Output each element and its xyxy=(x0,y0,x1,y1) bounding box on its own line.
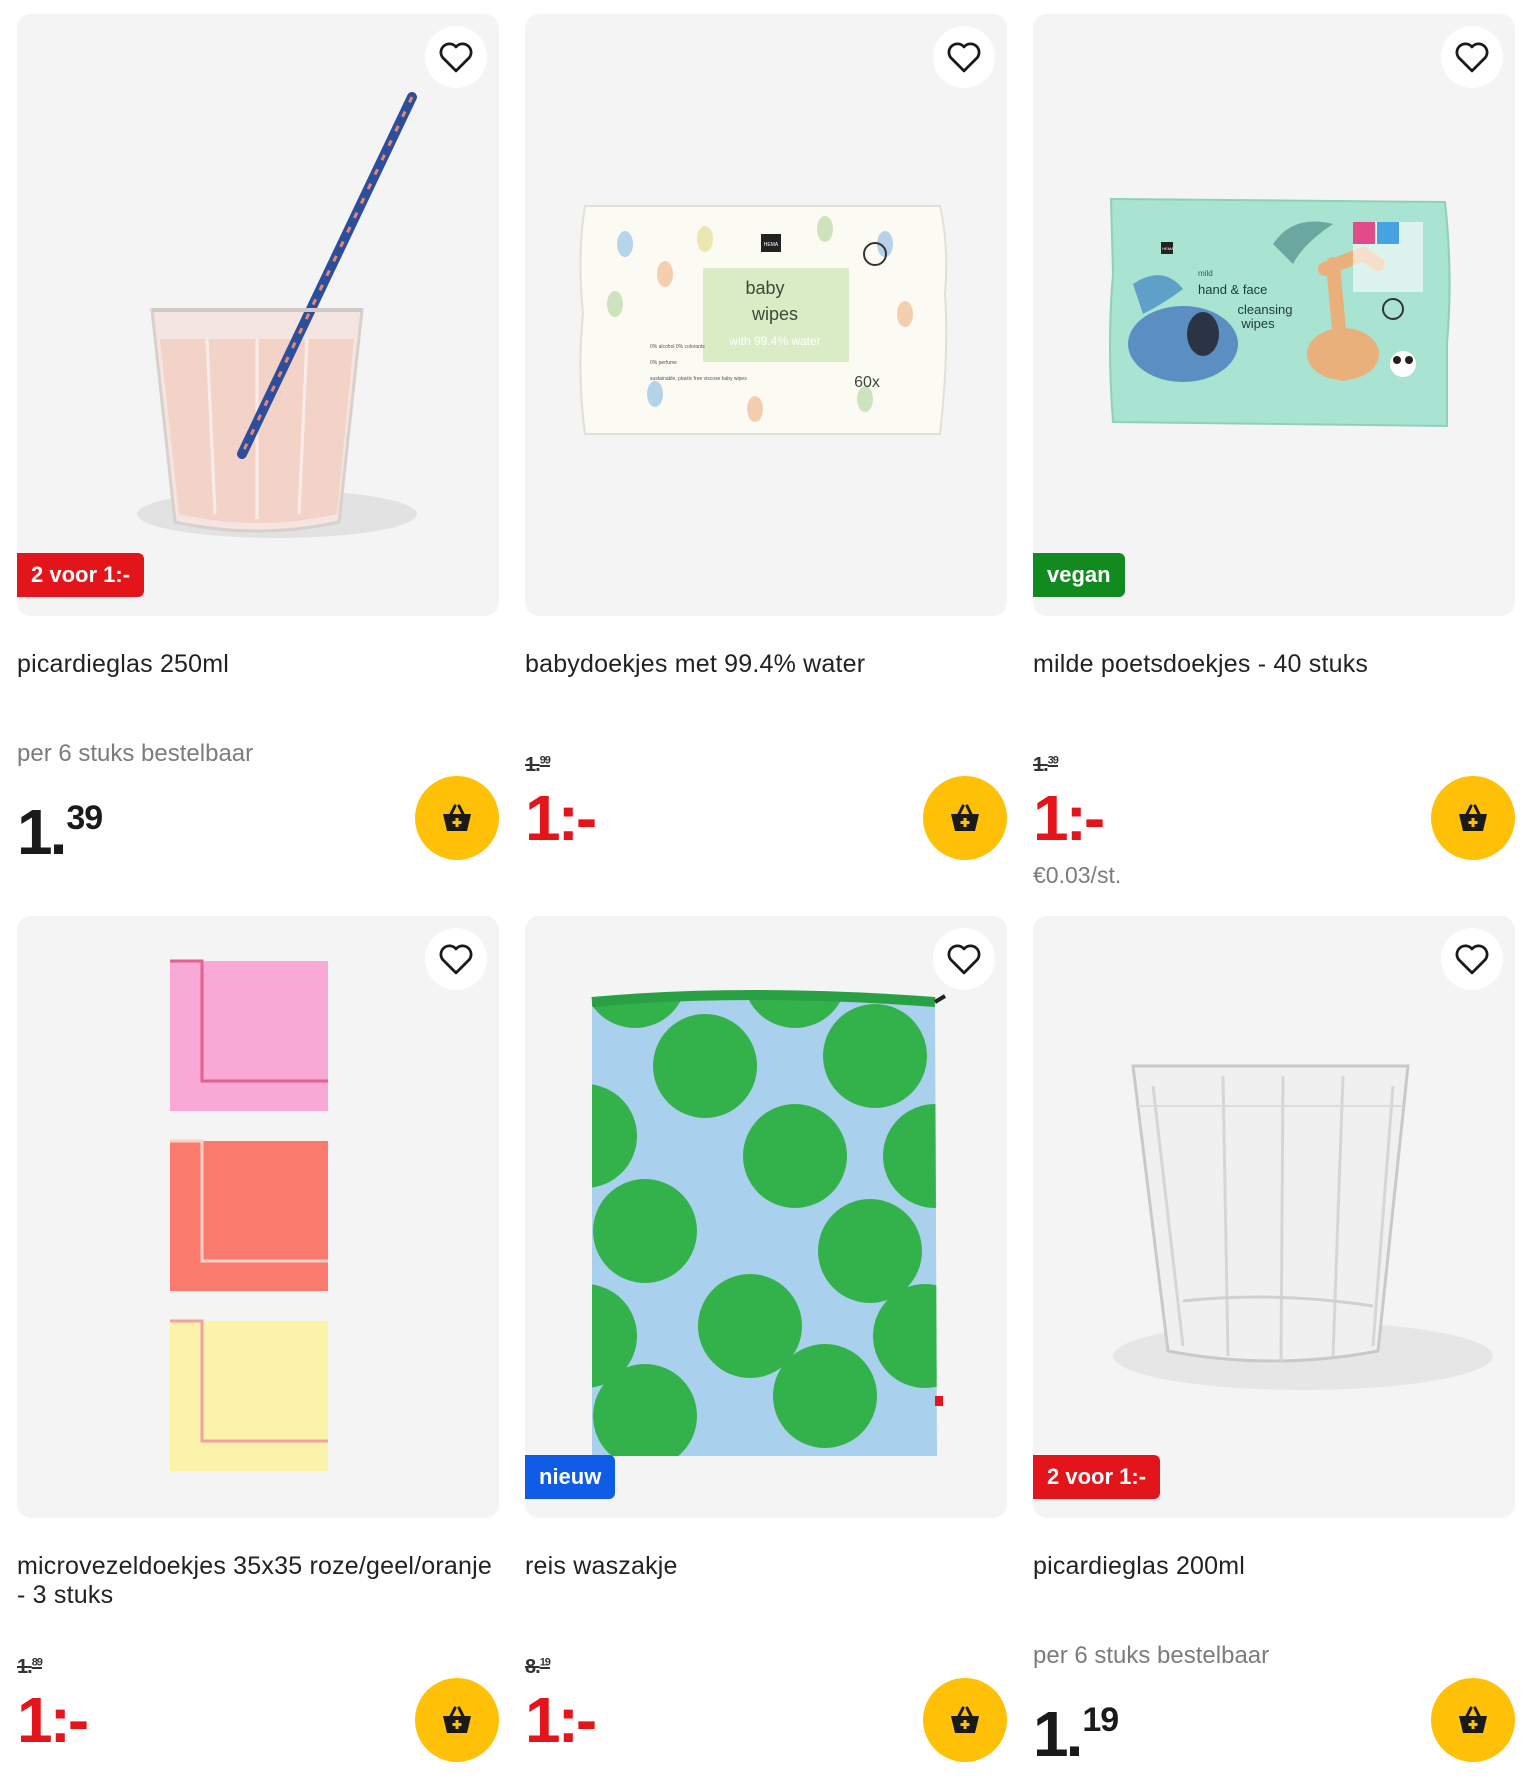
pack-line-0: mild xyxy=(1198,269,1213,278)
original-price-cents: 99 xyxy=(539,754,551,767)
dotted-laundry-bag-image xyxy=(591,990,947,1456)
glass-with-straw-image xyxy=(137,92,417,538)
product-title[interactable]: picardieglas 200ml xyxy=(1033,1552,1515,1581)
heart-icon xyxy=(1455,944,1489,975)
baby-wipes-package-image: HEMA baby wipes with 99.4% water 60x 0% … xyxy=(579,205,948,435)
product-image-tile[interactable]: HEMA mild hand & face cleansing wipes ve… xyxy=(1033,14,1515,616)
product-image-tile[interactable]: HEMA baby wipes with 99.4% water 60x 0% … xyxy=(525,14,1007,616)
empty-glass-image xyxy=(1113,1064,1493,1390)
add-to-cart-button[interactable] xyxy=(415,776,499,860)
unit-price: €0.03/st. xyxy=(1033,862,1122,888)
favorite-button[interactable] xyxy=(425,928,487,990)
original-price-cents: 39 xyxy=(1047,754,1059,767)
basket-plus-icon xyxy=(1459,804,1487,831)
pack-feature: 0% perfume xyxy=(650,360,677,366)
pack-line-1: baby xyxy=(745,278,784,298)
original-price-cents: 89 xyxy=(31,1656,43,1669)
favorite-button[interactable] xyxy=(1441,26,1503,88)
product-grid: 2 voor 1:- picardieglas 250ml per 6 stuk… xyxy=(0,0,1533,1784)
product-price: 1.39 xyxy=(17,796,103,868)
new-badge: nieuw xyxy=(525,1455,616,1499)
basket-plus-icon xyxy=(443,1706,471,1733)
pack-line-3: wipes xyxy=(1240,316,1275,331)
original-price: 1.99 xyxy=(525,754,551,776)
product-image-tile[interactable] xyxy=(17,916,499,1518)
heart-icon xyxy=(439,42,473,73)
product-title[interactable]: babydoekjes met 99.4% water xyxy=(525,650,1007,679)
add-to-cart-button[interactable] xyxy=(1431,776,1515,860)
heart-icon xyxy=(947,42,981,73)
price-cents: 39 xyxy=(66,799,103,837)
favorite-button[interactable] xyxy=(933,26,995,88)
product-title[interactable]: milde poetsdoekjes - 40 stuks xyxy=(1033,650,1515,679)
heart-icon xyxy=(1455,42,1489,73)
add-to-cart-button[interactable] xyxy=(923,1678,1007,1762)
original-price: 8.19 xyxy=(525,1656,551,1678)
original-price: 1.39 xyxy=(1033,754,1059,776)
pack-line-2: wipes xyxy=(751,304,798,324)
promo-badge: 2 voor 1:- xyxy=(17,553,145,597)
product-card[interactable]: microvezeldoekjes 35x35 roze/geel/oranje… xyxy=(17,916,499,1762)
pack-count: 60x xyxy=(854,374,880,391)
product-image-tile[interactable]: nieuw xyxy=(525,916,1007,1518)
favorite-button[interactable] xyxy=(1441,928,1503,990)
pack-feature: sustainable, plastic free viscose baby w… xyxy=(650,376,747,382)
product-price: 1.19 xyxy=(1033,1698,1119,1770)
original-price-cents: 19 xyxy=(539,1656,551,1669)
product-price: 1:- xyxy=(525,782,597,854)
original-price: 1.89 xyxy=(17,1656,43,1678)
product-price: 1:- xyxy=(525,1684,597,1756)
basket-plus-icon xyxy=(443,804,471,831)
basket-plus-icon xyxy=(1459,1706,1487,1733)
add-to-cart-button[interactable] xyxy=(923,776,1007,860)
product-price: 1:- xyxy=(17,1684,89,1756)
brand-text: HEMA xyxy=(1162,246,1174,251)
promo-badge: 2 voor 1:- xyxy=(1033,1455,1161,1499)
product-image-tile[interactable]: 2 voor 1:- xyxy=(17,14,499,616)
pack-line-3: with 99.4% water xyxy=(728,334,820,348)
product-price: 1:- xyxy=(1033,782,1105,854)
product-title[interactable]: picardieglas 250ml xyxy=(17,650,499,679)
brand-text: HEMA xyxy=(764,242,779,248)
order-note: per 6 stuks bestelbaar xyxy=(17,740,254,767)
basket-plus-icon xyxy=(951,804,979,831)
product-card[interactable]: nieuw reis waszakje 8.19 1:- xyxy=(525,916,1007,1762)
heart-icon xyxy=(947,944,981,975)
heart-icon xyxy=(439,944,473,975)
favorite-button[interactable] xyxy=(933,928,995,990)
product-card[interactable]: 2 voor 1:- picardieglas 250ml per 6 stuk… xyxy=(17,14,499,866)
product-title[interactable]: microvezeldoekjes 35x35 roze/geel/oranje… xyxy=(17,1552,499,1610)
add-to-cart-button[interactable] xyxy=(415,1678,499,1762)
product-card[interactable]: HEMA baby wipes with 99.4% water 60x 0% … xyxy=(525,14,1007,860)
price-cents: 19 xyxy=(1082,1701,1119,1739)
face-wipes-package-image: HEMA mild hand & face cleansing wipes xyxy=(1109,197,1451,428)
vegan-badge: vegan xyxy=(1033,553,1125,597)
add-to-cart-button[interactable] xyxy=(1431,1678,1515,1762)
favorite-button[interactable] xyxy=(425,26,487,88)
pack-line-1: hand & face xyxy=(1198,282,1267,297)
basket-plus-icon xyxy=(951,1706,979,1733)
product-title[interactable]: reis waszakje xyxy=(525,1552,1007,1581)
product-card[interactable]: 2 voor 1:- picardieglas 200ml per 6 stuk… xyxy=(1033,916,1515,1768)
product-image-tile[interactable]: 2 voor 1:- xyxy=(1033,916,1515,1518)
product-card[interactable]: HEMA mild hand & face cleansing wipes ve… xyxy=(1033,14,1515,888)
pack-feature: 0% alcohol 0% colorants xyxy=(650,344,705,350)
pack-line-2: cleansing xyxy=(1238,302,1293,317)
order-note: per 6 stuks bestelbaar xyxy=(1033,1642,1270,1669)
microfiber-cloths-image xyxy=(170,959,328,1471)
